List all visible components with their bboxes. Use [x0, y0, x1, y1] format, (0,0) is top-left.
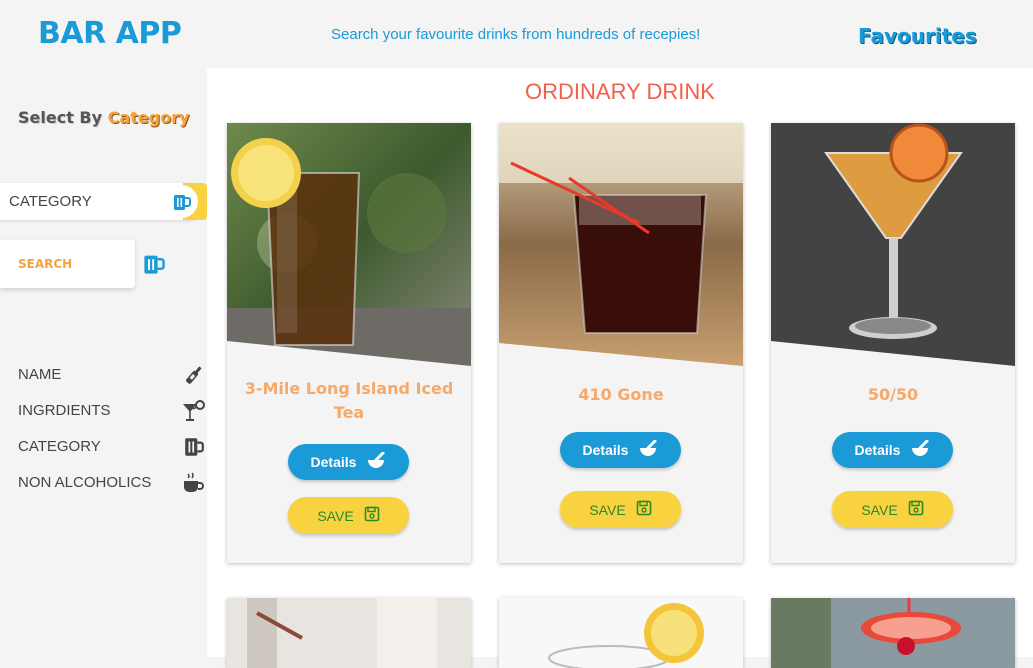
header-tagline: Search your favourite drinks from hundre…	[331, 26, 701, 43]
floppy-disk-icon	[636, 500, 652, 519]
beer-mug-icon	[142, 252, 166, 280]
drink-photo[interactable]	[499, 598, 743, 668]
save-button[interactable]: SAVE	[288, 497, 409, 534]
category-tab-label: CATEGORY	[9, 193, 92, 210]
menu-item-ingredients[interactable]: INGRDIENTS	[18, 399, 208, 423]
details-button[interactable]: Details	[288, 444, 409, 480]
save-button[interactable]: SAVE	[560, 491, 681, 528]
menu-item-name[interactable]: NAME	[18, 363, 208, 387]
menu-item-label: INGRDIENTS	[18, 402, 111, 419]
save-button-label: SAVE	[861, 501, 898, 518]
main-content: ORDINARY DRINK 3-Mile Long Island Iced T…	[207, 68, 1033, 668]
search-tab[interactable]: SEARCH	[0, 240, 135, 288]
app-header: BAR APP Search your favourite drinks fro…	[0, 0, 1033, 68]
category-tab[interactable]: CATEGORY	[0, 183, 207, 220]
drink-name: 50/50	[867, 385, 919, 404]
drink-card	[499, 598, 743, 668]
select-title-accent: Category	[107, 108, 190, 127]
floppy-disk-icon	[364, 506, 380, 525]
drink-photo[interactable]	[227, 598, 471, 668]
drink-name: 3-Mile Long Island Iced Tea	[244, 379, 454, 422]
select-by-category-heading: Select By Category	[18, 108, 189, 127]
drink-photo[interactable]	[227, 123, 471, 367]
mortar-pestle-icon	[638, 439, 658, 461]
mortar-pestle-icon	[366, 451, 386, 473]
menu-item-category[interactable]: CATEGORY	[18, 435, 208, 459]
details-button-label: Details	[310, 454, 357, 470]
details-button[interactable]: Details	[832, 432, 953, 468]
drink-photo[interactable]	[771, 598, 1015, 668]
drink-photo[interactable]	[771, 123, 1015, 367]
save-button-label: SAVE	[589, 501, 626, 518]
mortar-pestle-icon	[910, 439, 930, 461]
menu-item-label: CATEGORY	[18, 438, 101, 455]
coffee-cup-icon	[181, 471, 207, 495]
beer-mug-icon	[165, 185, 198, 218]
select-title-prefix: Select By	[18, 108, 103, 127]
sidebar: Select By Category CATEGORY SEARCH NAME	[0, 68, 207, 657]
bottle-icon	[181, 363, 207, 387]
favourites-link[interactable]: Favourites	[858, 24, 977, 48]
drink-photo[interactable]	[499, 123, 743, 367]
menu-item-non-alcoholics[interactable]: NON ALCOHOLICS	[18, 471, 208, 495]
drink-card	[227, 598, 471, 668]
search-tab-label: SEARCH	[18, 257, 73, 271]
drink-card: 3-Mile Long Island Iced Tea Details SAVE	[227, 123, 471, 563]
drink-card: 50/50 Details SAVE	[771, 123, 1015, 563]
details-button-label: Details	[582, 442, 629, 458]
floppy-disk-icon	[908, 500, 924, 519]
beer-mug-icon	[181, 435, 207, 459]
drink-card: 410 Gone Details SAVE	[499, 123, 743, 563]
details-button-label: Details	[854, 442, 901, 458]
details-button[interactable]: Details	[560, 432, 681, 468]
save-button[interactable]: SAVE	[832, 491, 953, 528]
drink-card	[771, 598, 1015, 668]
menu-item-label: NAME	[18, 366, 62, 383]
drink-name: 410 Gone	[578, 385, 664, 404]
cocktail-stir-icon	[181, 399, 207, 423]
menu-item-label: NON ALCOHOLICS	[18, 474, 152, 491]
save-button-label: SAVE	[317, 507, 354, 524]
app-logo[interactable]: BAR APP	[38, 16, 182, 51]
section-title: ORDINARY DRINK	[525, 79, 715, 104]
